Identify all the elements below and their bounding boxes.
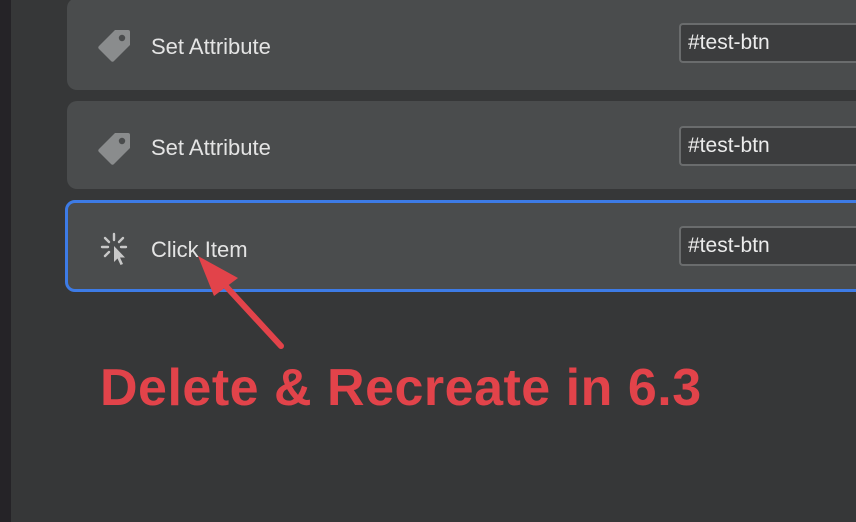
selector-input[interactable] [679,226,856,266]
selector-input[interactable] [679,126,856,166]
action-row-set-attribute[interactable]: Set Attribute [67,0,856,90]
window-edge [0,0,11,522]
action-label: Set Attribute [151,135,271,160]
action-row-click-item[interactable]: Click Item [65,200,856,292]
selector-input[interactable] [679,23,856,63]
annotation-text: Delete & Recreate in 6.3 [100,359,702,417]
action-label: Set Attribute [151,34,271,59]
click-icon [100,232,128,265]
tag-icon [98,133,130,165]
action-row-set-attribute[interactable]: Set Attribute [67,101,856,189]
action-list-panel: Set Attribute Set Attribute Click Item [11,0,856,522]
action-label: Click Item [151,237,248,262]
tag-icon [98,30,130,62]
